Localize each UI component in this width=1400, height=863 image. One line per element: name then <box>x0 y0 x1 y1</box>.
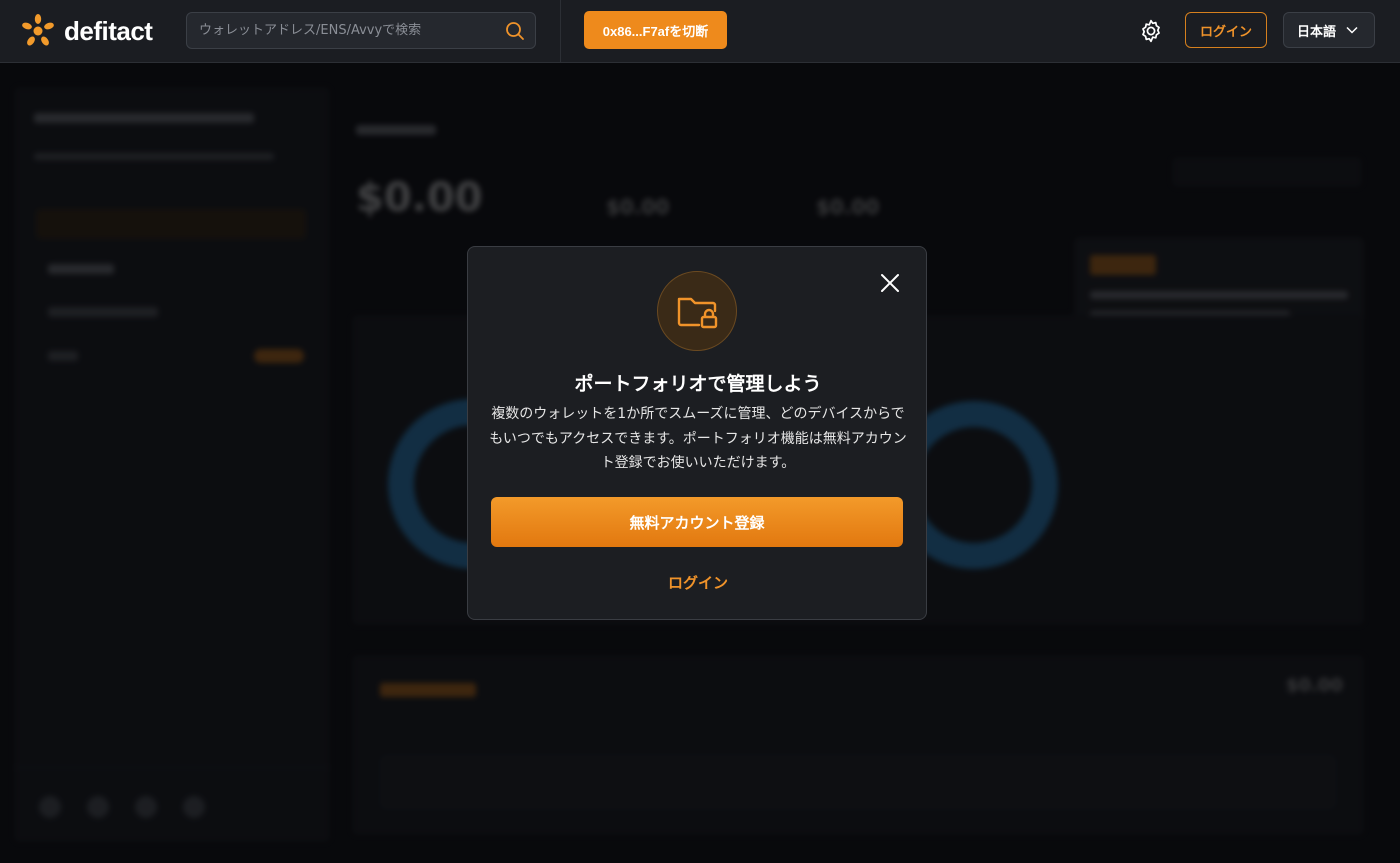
close-icon[interactable] <box>878 271 902 295</box>
free-signup-button[interactable]: 無料アカウント登録 <box>491 497 903 547</box>
search-input[interactable] <box>199 13 499 48</box>
folder-lock-icon-badge <box>657 271 737 351</box>
logo-text: defitact <box>64 15 153 46</box>
modal-title: ポートフォリオで管理しよう <box>574 373 822 395</box>
gear-icon[interactable] <box>1138 18 1164 44</box>
modal-description: 複数のウォレットを1か所でスムーズに管理、どのデバイスからでもいつでもアクセスで… <box>489 406 907 471</box>
disconnect-wallet-button[interactable]: 0x86...F7afを切断 <box>584 11 727 49</box>
language-label: 日本語 <box>1297 24 1337 40</box>
folder-lock-icon <box>677 297 718 329</box>
portfolio-login-modal: ポートフォリオで管理しよう 複数のウォレットを1か所でスムーズに管理、どのデバイ… <box>467 246 927 620</box>
top-header: defitact 0x86...F7afを切断 ログイン 日本語 <box>0 0 1400 63</box>
search-box <box>186 12 536 49</box>
header-login-button[interactable]: ログイン <box>1185 12 1267 48</box>
modal-login-link[interactable]: ログイン <box>468 572 928 593</box>
search-icon[interactable] <box>505 21 525 41</box>
chevron-down-icon <box>1346 26 1358 34</box>
language-select[interactable]: 日本語 <box>1283 12 1375 48</box>
logo-icon <box>22 14 54 46</box>
logo[interactable]: defitact <box>20 13 153 49</box>
header-divider <box>560 0 561 63</box>
